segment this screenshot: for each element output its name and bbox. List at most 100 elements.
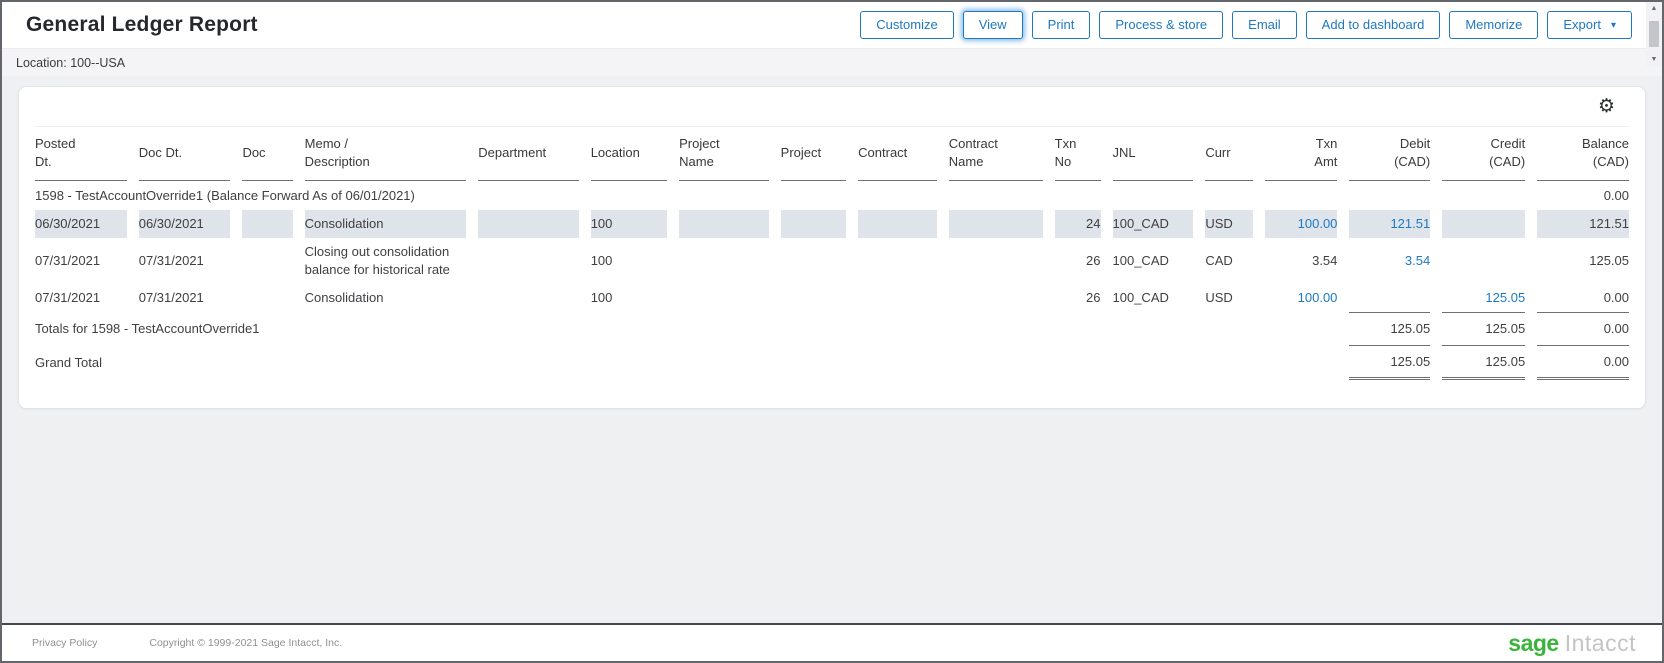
export-button-label: Export — [1563, 17, 1601, 32]
contract-cell — [858, 284, 937, 312]
col-header-doc-dt: Doc Dt. — [139, 127, 231, 181]
balance-cell: 0.00 — [1537, 284, 1629, 312]
doc-cell — [242, 210, 292, 238]
location-cell: 100 — [591, 238, 667, 284]
export-button[interactable]: Export ▾ — [1547, 11, 1632, 39]
scroll-up-icon[interactable]: ▲ — [1651, 5, 1658, 12]
doc-dt-cell: 06/30/2021 — [139, 210, 231, 238]
credit-link[interactable]: 125.05 — [1442, 284, 1525, 312]
page-footer: Privacy Policy Copyright © 1999-2021 Sag… — [2, 623, 1662, 661]
project-name-cell — [679, 210, 769, 238]
jnl-cell: 100_CAD — [1113, 238, 1194, 284]
customize-button[interactable]: Customize — [860, 11, 953, 39]
col-header-credit: Credit (CAD) — [1442, 127, 1525, 181]
memo-cell: Closing out consolidation balance for hi… — [305, 238, 467, 284]
title-bar: General Ledger Report Customize View Pri… — [2, 2, 1662, 48]
add-to-dashboard-button[interactable]: Add to dashboard — [1306, 11, 1441, 39]
memo-cell: Consolidation — [305, 284, 467, 312]
location-filter-label: Location: 100--USA — [16, 56, 125, 70]
debit-link[interactable]: 3.54 — [1349, 238, 1430, 284]
memo-cell: Consolidation — [305, 210, 467, 238]
curr-cell: USD — [1205, 210, 1253, 238]
doc-dt-cell: 07/31/2021 — [139, 238, 231, 284]
process-store-button[interactable]: Process & store — [1099, 11, 1223, 39]
report-content: ⚙ Posted Dt. Doc Dt. Doc Memo / D — [2, 76, 1662, 623]
totals-label: Totals for 1598 - TestAccountOverride1 — [35, 312, 1337, 344]
gear-icon[interactable]: ⚙ — [1598, 97, 1615, 116]
chevron-down-icon: ▾ — [1611, 20, 1616, 31]
totals-debit: 125.05 — [1349, 312, 1430, 344]
project-name-cell — [679, 284, 769, 312]
card-toolbar: ⚙ — [35, 87, 1629, 127]
credit-cell — [1442, 238, 1525, 284]
col-header-location: Location — [591, 127, 667, 181]
account-header-label: 1598 - TestAccountOverride1 (Balance For… — [35, 181, 1525, 209]
table-row: 06/30/2021 06/30/2021 Consolidation 100 … — [35, 210, 1629, 238]
col-header-txn-no: Txn No — [1055, 127, 1101, 181]
txn-amt-link[interactable]: 100.00 — [1265, 210, 1337, 238]
report-card: ⚙ Posted Dt. Doc Dt. Doc Memo / D — [18, 86, 1646, 409]
sage-logo-text: sage — [1508, 630, 1558, 656]
col-header-department: Department — [478, 127, 578, 181]
grand-total-balance: 0.00 — [1537, 345, 1629, 380]
posted-dt-cell: 06/30/2021 — [35, 210, 127, 238]
doc-dt-cell: 07/31/2021 — [139, 284, 231, 312]
col-header-debit: Debit (CAD) — [1349, 127, 1430, 181]
contract-name-cell — [949, 238, 1043, 284]
posted-dt-cell: 07/31/2021 — [35, 238, 127, 284]
grand-total-label: Grand Total — [35, 345, 1337, 380]
txn-amt-link[interactable]: 100.00 — [1265, 284, 1337, 312]
privacy-policy-link[interactable]: Privacy Policy — [32, 637, 97, 649]
app-window: General Ledger Report Customize View Pri… — [0, 0, 1664, 663]
table-row: 07/31/2021 07/31/2021 Consolidation 100 … — [35, 284, 1629, 312]
col-header-posted-dt: Posted Dt. — [35, 127, 127, 181]
email-button[interactable]: Email — [1232, 11, 1297, 39]
col-header-contract: Contract — [858, 127, 937, 181]
page-title: General Ledger Report — [26, 13, 258, 37]
txn-no-cell: 24 — [1055, 210, 1101, 238]
totals-balance: 0.00 — [1537, 312, 1629, 344]
project-cell — [781, 210, 847, 238]
col-header-project: Project — [781, 127, 847, 181]
print-button[interactable]: Print — [1032, 11, 1091, 39]
txn-no-cell: 26 — [1055, 284, 1101, 312]
view-button[interactable]: View — [963, 11, 1023, 39]
curr-cell: USD — [1205, 284, 1253, 312]
department-cell — [478, 210, 578, 238]
vertical-scrollbar[interactable]: ▲ ▼ — [1646, 2, 1662, 66]
balance-cell: 121.51 — [1537, 210, 1629, 238]
totals-row: Totals for 1598 - TestAccountOverride1 1… — [35, 312, 1629, 344]
general-ledger-table: Posted Dt. Doc Dt. Doc Memo / Descriptio… — [23, 127, 1641, 380]
debit-link[interactable]: 121.51 — [1349, 210, 1430, 238]
project-name-cell — [679, 238, 769, 284]
table-row: 07/31/2021 07/31/2021 Closing out consol… — [35, 238, 1629, 284]
col-header-txn-amt: Txn Amt — [1265, 127, 1337, 181]
jnl-cell: 100_CAD — [1113, 284, 1194, 312]
scroll-down-icon[interactable]: ▼ — [1651, 56, 1658, 63]
col-header-curr: Curr — [1205, 127, 1253, 181]
curr-cell: CAD — [1205, 238, 1253, 284]
balance-cell: 0.00 — [1537, 181, 1629, 209]
filter-bar: Location: 100--USA — [2, 48, 1662, 76]
grand-total-credit: 125.05 — [1442, 345, 1525, 380]
contract-name-cell — [949, 284, 1043, 312]
project-cell — [781, 284, 847, 312]
department-cell — [478, 238, 578, 284]
grand-total-row: Grand Total 125.05 125.05 0.00 — [35, 345, 1629, 380]
table-header-row: Posted Dt. Doc Dt. Doc Memo / Descriptio… — [35, 127, 1629, 181]
memorize-button[interactable]: Memorize — [1449, 11, 1538, 39]
doc-cell — [242, 238, 292, 284]
location-cell: 100 — [591, 210, 667, 238]
jnl-cell: 100_CAD — [1113, 210, 1194, 238]
txn-amt-cell: 3.54 — [1265, 238, 1337, 284]
doc-cell — [242, 284, 292, 312]
intacct-logo-text: Intacct — [1565, 630, 1636, 656]
project-cell — [781, 238, 847, 284]
department-cell — [478, 284, 578, 312]
contract-cell — [858, 238, 937, 284]
posted-dt-cell: 07/31/2021 — [35, 284, 127, 312]
col-header-project-name: Project Name — [679, 127, 769, 181]
copyright-text: Copyright © 1999-2021 Sage Intacct, Inc. — [149, 637, 342, 649]
scrollbar-thumb[interactable] — [1649, 21, 1659, 47]
balance-cell: 125.05 — [1537, 238, 1629, 284]
